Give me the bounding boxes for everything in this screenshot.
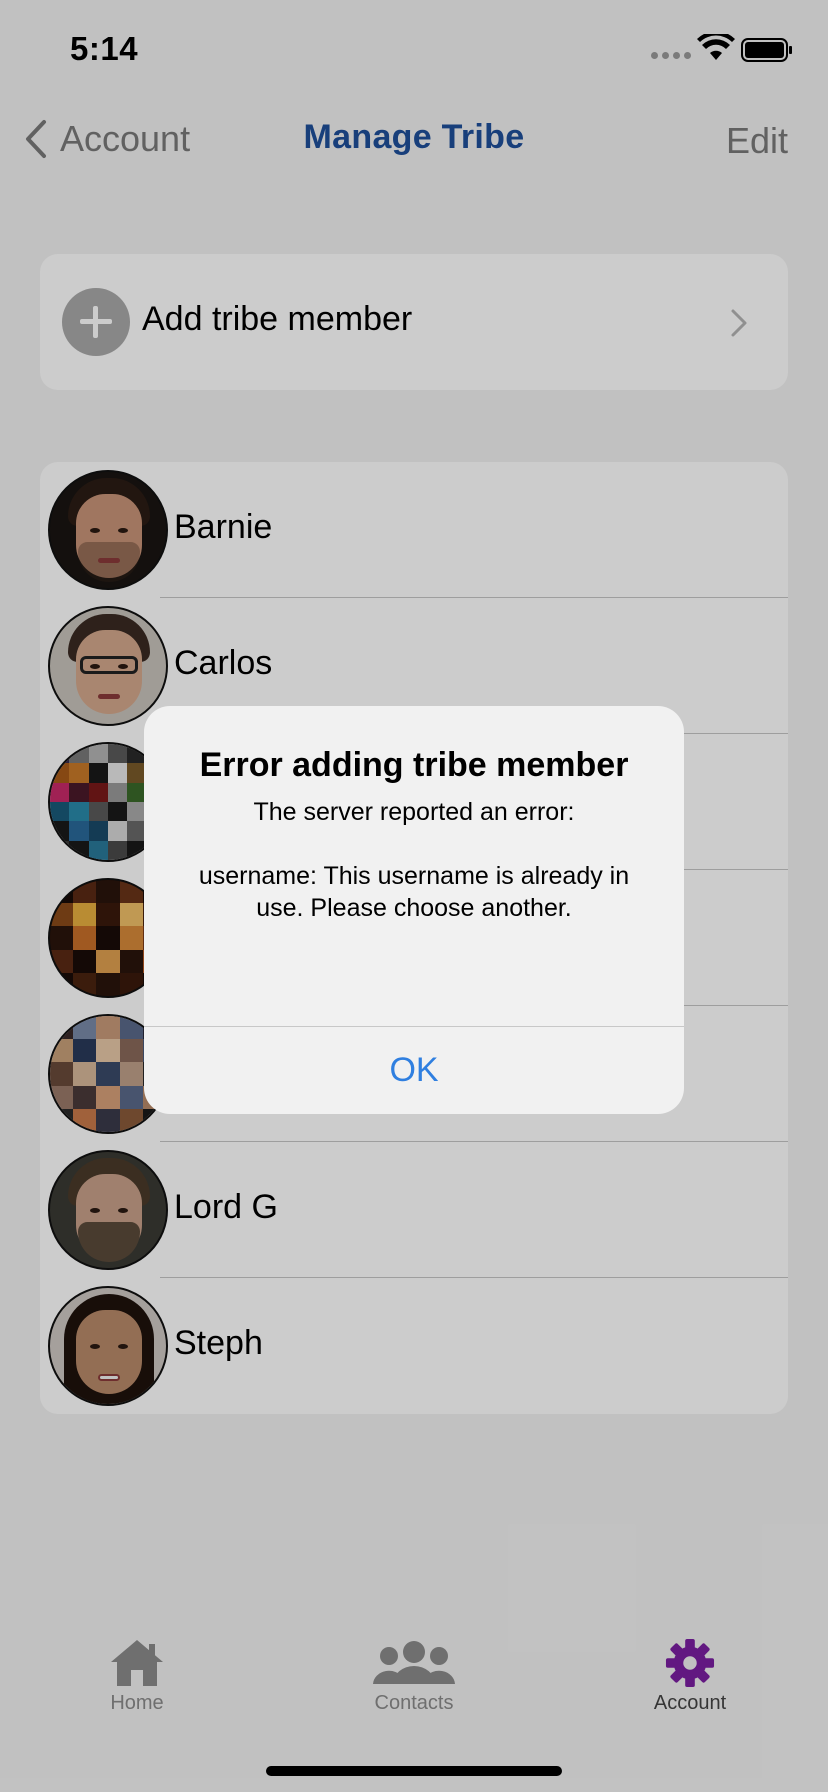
error-alert-dialog: Error adding tribe member The server rep… bbox=[144, 706, 684, 1114]
alert-title: Error adding tribe member bbox=[199, 746, 629, 784]
ok-button[interactable]: OK bbox=[144, 1027, 684, 1114]
alert-message: The server reported an error: username: … bbox=[198, 798, 630, 922]
